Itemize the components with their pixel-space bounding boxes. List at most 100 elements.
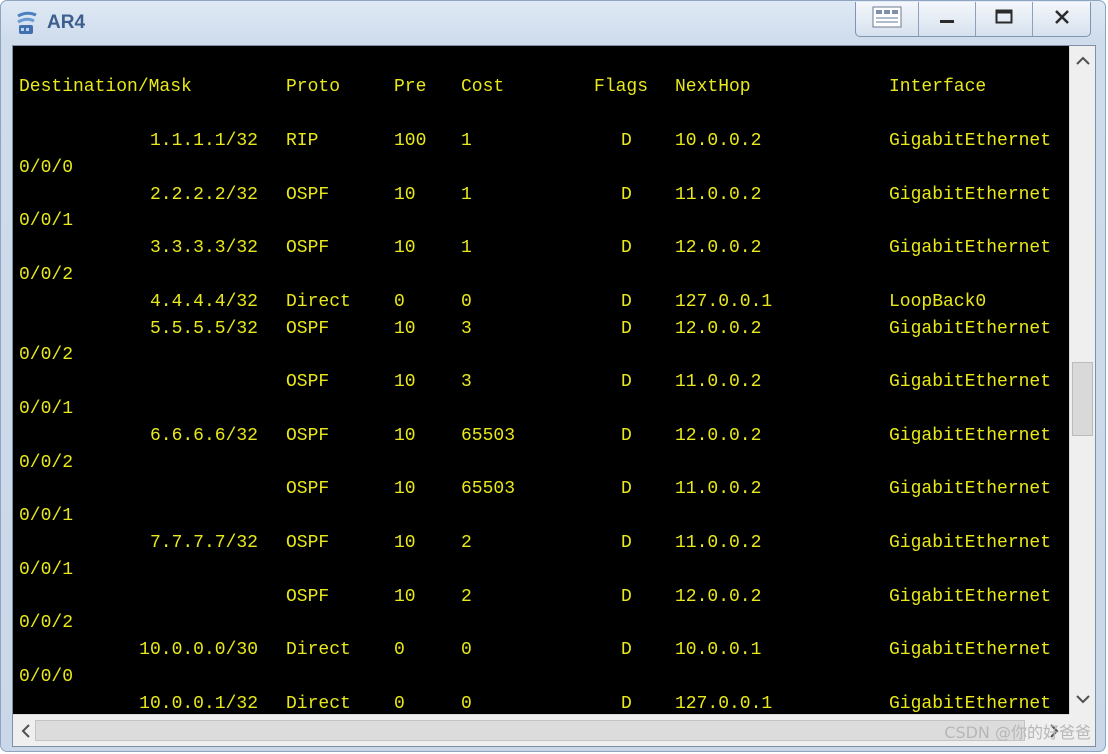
chevron-down-icon[interactable] xyxy=(1074,690,1092,708)
route-flags: D xyxy=(621,131,632,151)
route-nexthop: 11.0.0.2 xyxy=(675,479,762,500)
route-interface: GigabitEthernet xyxy=(889,479,1052,500)
route-proto: OSPF xyxy=(286,238,330,259)
route-interface-wrap: 0/0/2 xyxy=(19,345,74,366)
chevron-up-icon[interactable] xyxy=(1074,52,1092,70)
route-interface-wrap: 0/0/1 xyxy=(19,506,74,527)
route-flags: D xyxy=(621,238,632,259)
route-destination: 10.0.0.0/30 xyxy=(139,640,258,661)
route-interface: GigabitEthernet xyxy=(889,318,1052,339)
route-flags: D xyxy=(621,318,632,339)
route-nexthop: 11.0.0.2 xyxy=(675,184,762,205)
route-cost: 1 xyxy=(461,131,472,151)
route-flags: D xyxy=(621,479,632,500)
header-cost: Cost xyxy=(461,77,505,97)
horizontal-scroll-thumb[interactable] xyxy=(35,720,1025,741)
vertical-scrollbar[interactable] xyxy=(1069,46,1095,714)
route-cost: 65503 xyxy=(461,479,516,500)
route-destination: 3.3.3.3/32 xyxy=(149,238,258,259)
route-nexthop: 127.0.0.1 xyxy=(675,693,773,714)
route-interface-wrap: 0/0/0 xyxy=(19,157,74,178)
route-proto: OSPF xyxy=(286,586,330,607)
route-proto: OSPF xyxy=(286,425,330,446)
route-nexthop: 12.0.0.2 xyxy=(675,238,762,259)
route-flags: D xyxy=(621,586,632,607)
route-interface: LoopBack0 xyxy=(889,291,987,312)
app-window: AR4 Destination/Mask Proto Pre Cost Flag… xyxy=(0,0,1106,752)
route-pre: 10 xyxy=(394,238,416,259)
route-pre: 10 xyxy=(394,533,416,553)
route-interface-wrap: 0/0/1 xyxy=(19,211,74,232)
route-pre: 10 xyxy=(394,586,416,607)
header-pre: Pre xyxy=(394,77,427,97)
route-proto: OSPF xyxy=(286,318,330,339)
route-cost: 0 xyxy=(461,640,472,661)
minimize-button[interactable] xyxy=(918,2,975,36)
title-bar[interactable]: AR4 xyxy=(1,1,1105,43)
window-controls xyxy=(855,2,1091,37)
maximize-icon xyxy=(994,7,1014,31)
route-pre: 0 xyxy=(394,640,405,661)
route-nexthop: 12.0.0.2 xyxy=(675,425,762,446)
route-pre: 10 xyxy=(394,184,416,205)
route-nexthop: 127.0.0.1 xyxy=(675,291,773,312)
route-proto: Direct xyxy=(286,693,351,714)
layout-icon xyxy=(872,6,902,32)
route-cost: 2 xyxy=(461,586,472,607)
route-interface: GigabitEthernet xyxy=(889,586,1052,607)
header-proto: Proto xyxy=(286,77,341,97)
route-interface: GigabitEthernet xyxy=(889,693,1052,714)
route-pre: 10 xyxy=(394,318,416,339)
route-nexthop: 10.0.0.2 xyxy=(675,131,762,151)
horizontal-scrollbar[interactable] xyxy=(13,714,1069,746)
route-destination: 4.4.4.4/32 xyxy=(149,291,258,312)
route-destination: 2.2.2.2/32 xyxy=(149,184,258,205)
route-nexthop: 12.0.0.2 xyxy=(675,586,762,607)
minimize-icon xyxy=(937,7,957,31)
route-cost: 65503 xyxy=(461,425,516,446)
route-nexthop: 12.0.0.2 xyxy=(675,318,762,339)
route-interface-wrap: 0/0/1 xyxy=(19,399,74,419)
route-cost: 1 xyxy=(461,184,472,205)
route-pre: 10 xyxy=(394,425,416,446)
route-proto: Direct xyxy=(286,291,351,312)
route-flags: D xyxy=(621,693,632,714)
route-flags: D xyxy=(621,184,632,205)
close-icon xyxy=(1052,7,1072,31)
route-cost: 3 xyxy=(461,318,472,339)
chevron-left-icon[interactable] xyxy=(19,722,33,740)
route-flags: D xyxy=(621,372,632,393)
route-cost: 1 xyxy=(461,238,472,259)
console-pane[interactable]: Destination/Mask Proto Pre Cost Flags NextHop… xyxy=(12,45,1096,747)
route-interface: GigabitEthernet xyxy=(889,372,1052,393)
route-nexthop: 11.0.0.2 xyxy=(675,372,762,393)
route-destination: 7.7.7.7/32 xyxy=(149,533,258,553)
header-destination: Destination/Mask xyxy=(19,77,192,97)
terminal-output[interactable]: Destination/Mask Proto Pre Cost Flags NextHop… xyxy=(13,46,1069,714)
route-proto: OSPF xyxy=(286,372,330,393)
window-title: AR4 xyxy=(47,12,86,33)
route-flags: D xyxy=(621,425,632,446)
route-pre: 0 xyxy=(394,693,405,714)
route-destination: 10.0.0.1/32 xyxy=(139,693,258,714)
route-interface-wrap: 0/0/2 xyxy=(19,452,74,473)
route-destination: 6.6.6.6/32 xyxy=(149,425,258,446)
close-button[interactable] xyxy=(1032,2,1090,36)
layout-button[interactable] xyxy=(856,2,918,36)
route-proto: OSPF xyxy=(286,184,330,205)
route-interface: GigabitEthernet xyxy=(889,238,1052,259)
route-interface-wrap: 0/0/2 xyxy=(19,613,74,634)
maximize-button[interactable] xyxy=(975,2,1032,36)
route-destination: 5.5.5.5/32 xyxy=(149,318,258,339)
route-cost: 0 xyxy=(461,291,472,312)
route-proto: OSPF xyxy=(286,479,330,500)
route-flags: D xyxy=(621,640,632,661)
route-interface-wrap: 0/0/1 xyxy=(19,559,74,580)
header-nexthop: NextHop xyxy=(675,77,751,97)
route-destination: 1.1.1.1/32 xyxy=(149,131,258,151)
header-interface: Interface xyxy=(889,77,987,97)
vertical-scroll-thumb[interactable] xyxy=(1072,362,1093,436)
header-flags: Flags xyxy=(594,77,649,97)
route-interface: GigabitEthernet xyxy=(889,131,1052,151)
route-interface: GigabitEthernet xyxy=(889,533,1052,553)
